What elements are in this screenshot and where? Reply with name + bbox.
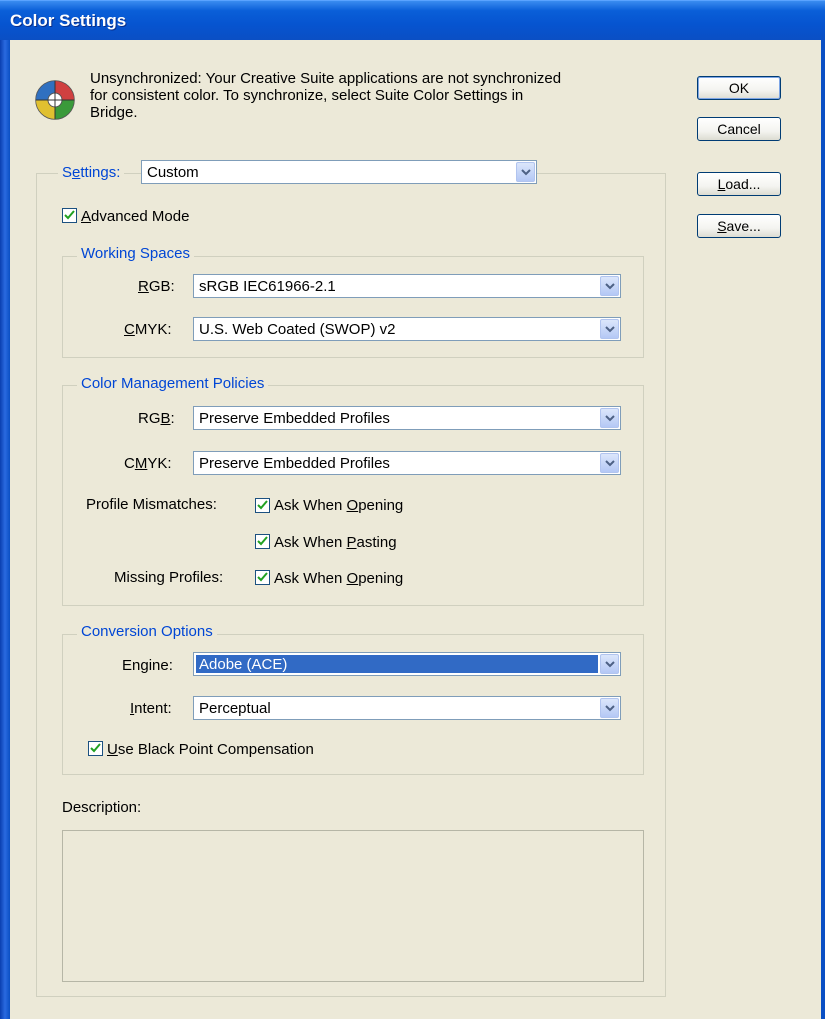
- policy-rgb-value: Preserve Embedded Profiles: [199, 410, 390, 427]
- policy-rgb-label: RGB:: [138, 410, 175, 427]
- save-mnemonic: S: [717, 218, 727, 234]
- missing-ask-opening-label[interactable]: Ask When Opening: [274, 570, 403, 587]
- engine-label: Engine:: [122, 657, 173, 674]
- advanced-mode-label[interactable]: Advanced Mode: [81, 208, 189, 225]
- settings-label: Settings:: [58, 164, 125, 184]
- save-label: ave...: [726, 218, 761, 234]
- settings-dropdown[interactable]: Custom: [141, 160, 537, 184]
- chevron-down-icon: [600, 453, 619, 473]
- working-rgb-label: RGB:: [138, 278, 175, 295]
- chevron-down-icon: [600, 698, 619, 718]
- working-rgb-value: sRGB IEC61966-2.1: [199, 278, 336, 295]
- chevron-down-icon: [600, 654, 619, 674]
- policies-legend: Color Management Policies: [77, 375, 269, 392]
- policy-rgb-dropdown[interactable]: Preserve Embedded Profiles: [193, 406, 621, 430]
- black-point-compensation-checkbox[interactable]: [88, 741, 103, 756]
- working-spaces-legend: Working Spaces: [77, 245, 194, 262]
- sync-message: Unsynchronized: Your Creative Suite appl…: [90, 70, 562, 121]
- missing-profiles-label: Missing Profiles:: [114, 569, 224, 586]
- save-button[interactable]: Save...: [697, 214, 781, 238]
- working-cmyk-dropdown[interactable]: U.S. Web Coated (SWOP) v2: [193, 317, 621, 341]
- window-border-right: [821, 40, 825, 1019]
- description-label: Description:: [62, 799, 142, 816]
- policy-cmyk-dropdown[interactable]: Preserve Embedded Profiles: [193, 451, 621, 475]
- cancel-label: Cancel: [717, 121, 761, 137]
- missing-ask-opening-checkbox[interactable]: [255, 570, 270, 585]
- window-border-left: [0, 40, 10, 1019]
- advanced-mode-checkbox[interactable]: [62, 208, 77, 223]
- chevron-down-icon: [516, 162, 535, 182]
- working-cmyk-value: U.S. Web Coated (SWOP) v2: [199, 321, 396, 338]
- window-title: Color Settings: [10, 11, 127, 30]
- engine-dropdown[interactable]: Adobe (ACE): [193, 652, 621, 676]
- working-rgb-dropdown[interactable]: sRGB IEC61966-2.1: [193, 274, 621, 298]
- mismatch-ask-opening-label[interactable]: Ask When Opening: [274, 497, 403, 514]
- working-cmyk-label: CMYK:: [124, 321, 172, 338]
- black-point-compensation-label[interactable]: Use Black Point Compensation: [107, 741, 314, 758]
- ok-button[interactable]: OK: [697, 76, 781, 100]
- intent-dropdown[interactable]: Perceptual: [193, 696, 621, 720]
- policy-cmyk-value: Preserve Embedded Profiles: [199, 455, 390, 472]
- chevron-down-icon: [600, 408, 619, 428]
- color-sync-warning-icon: [35, 80, 75, 120]
- intent-value: Perceptual: [199, 700, 271, 717]
- ok-label: OK: [728, 80, 750, 96]
- mismatch-ask-opening-checkbox[interactable]: [255, 498, 270, 513]
- description-box: [62, 830, 644, 982]
- intent-label: Intent:: [130, 700, 172, 717]
- cancel-button[interactable]: Cancel: [697, 117, 781, 141]
- mismatch-ask-pasting-checkbox[interactable]: [255, 534, 270, 549]
- chevron-down-icon: [600, 319, 619, 339]
- engine-value: Adobe (ACE): [199, 656, 288, 673]
- title-bar[interactable]: Color Settings: [0, 0, 825, 40]
- conversion-legend: Conversion Options: [77, 623, 217, 640]
- load-label: oad...: [725, 176, 761, 192]
- mismatch-ask-pasting-label[interactable]: Ask When Pasting: [274, 534, 397, 551]
- policy-cmyk-label: CMYK:: [124, 455, 172, 472]
- working-spaces-group: [62, 256, 644, 358]
- load-button[interactable]: Load...: [697, 172, 781, 196]
- profile-mismatches-label: Profile Mismatches:: [86, 496, 217, 513]
- chevron-down-icon: [600, 276, 619, 296]
- settings-value: Custom: [147, 164, 199, 181]
